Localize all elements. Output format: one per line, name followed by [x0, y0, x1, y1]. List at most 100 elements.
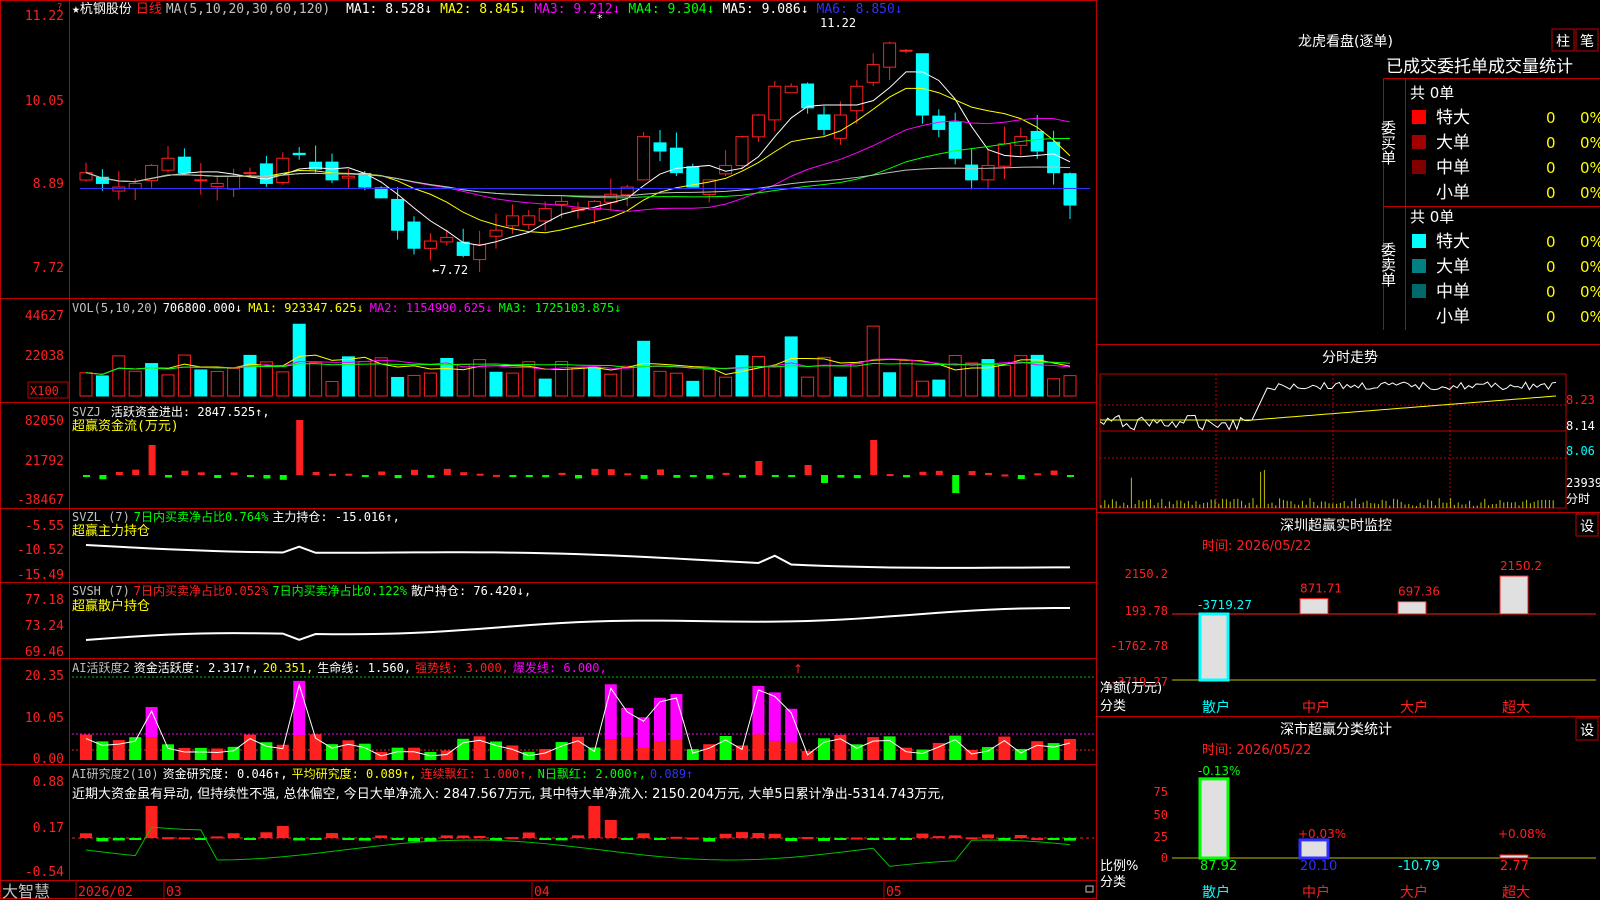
candle	[555, 200, 569, 205]
activity-bar	[80, 734, 92, 760]
activity-bar	[293, 735, 306, 760]
candle	[768, 85, 782, 121]
monitor-value-label: 2150.2	[1500, 559, 1542, 573]
activity-bar	[670, 740, 683, 760]
classify-change-label: +0.03%	[1298, 827, 1346, 841]
chart-canvas[interactable]: -3719.27 散户 871.71 中户 697.36 大户 2150.2 超大 87.92…	[0, 0, 1600, 900]
research-bar	[752, 833, 765, 838]
ma-label: MA6: 8.850↓	[817, 2, 903, 17]
flow-bar	[771, 475, 779, 477]
flow-bar	[1034, 473, 1042, 476]
monitor-ylabel: 净额(万元)	[1100, 681, 1162, 696]
flow-bar	[542, 475, 550, 478]
research-bar	[260, 832, 273, 838]
flow-bar	[263, 475, 271, 479]
activity-bar	[326, 744, 338, 760]
volume-bar	[194, 369, 208, 397]
research-bar	[145, 806, 158, 838]
size-count: 0	[1546, 159, 1556, 177]
volume-bar	[358, 361, 372, 397]
volume-bar	[292, 323, 306, 397]
research-bar	[670, 836, 683, 839]
classify-title: 深市超赢分类统计	[1280, 721, 1392, 738]
svzl-axis-label: -5.55	[25, 519, 64, 534]
activity-bar	[686, 749, 699, 760]
classify-category: 中户	[1302, 884, 1330, 900]
flow-bar	[640, 475, 648, 479]
flow-bar	[821, 475, 828, 483]
volume-bar	[751, 355, 765, 397]
flow-bar	[214, 475, 222, 479]
volume-bar	[850, 363, 864, 397]
size-name: 小单	[1436, 183, 1470, 203]
research-bar	[949, 835, 962, 838]
research-bar	[719, 833, 732, 838]
ma-label: MA3: 9.212↓	[534, 2, 620, 17]
candle	[440, 236, 454, 243]
classify-axis-label: 50	[1154, 808, 1168, 822]
size-swatch	[1412, 185, 1426, 199]
flow-bar	[148, 445, 156, 475]
buy-total: 共 0单	[1410, 84, 1454, 102]
ma-label: MA1: 8.528↓	[346, 2, 432, 17]
research-bar	[916, 833, 929, 838]
candle	[784, 85, 798, 94]
candle	[341, 175, 355, 179]
candle	[981, 164, 995, 181]
volume-bar	[817, 356, 831, 397]
research-bar	[211, 836, 224, 839]
flow-bar	[1050, 470, 1058, 475]
monitor-axis-label: -1762.78	[1110, 639, 1168, 653]
activity-bar	[965, 749, 978, 760]
activity-peak-bar	[604, 684, 617, 740]
candle	[801, 83, 815, 109]
flow-bar	[230, 472, 238, 475]
research-bar	[96, 838, 109, 842]
flow-bar	[378, 471, 386, 475]
activity-bar	[194, 747, 207, 760]
flow-bar	[83, 475, 90, 477]
volume-bar	[702, 368, 716, 397]
activity-bar	[982, 747, 994, 760]
activity-bar	[916, 749, 929, 760]
research-bar	[1047, 838, 1060, 840]
monitor-category: 大户	[1400, 699, 1428, 716]
monitor-xlabel: 分类	[1100, 699, 1126, 714]
price-axis-label: 10.05	[25, 94, 64, 109]
classify-change-label: +0.08%	[1498, 827, 1546, 841]
star-icon[interactable]: ★	[72, 2, 80, 17]
flow-bar	[115, 471, 123, 475]
candle	[177, 156, 191, 174]
flow-bar	[607, 469, 615, 475]
candle	[128, 182, 142, 190]
volume-bar	[309, 361, 323, 397]
monitor-bar	[1299, 598, 1329, 615]
candle	[227, 175, 241, 190]
volume-bar	[161, 374, 175, 397]
period-label[interactable]: 日线	[136, 2, 162, 17]
research-bar	[932, 836, 945, 839]
flow-bar	[443, 468, 451, 475]
volume-bar	[801, 376, 815, 397]
volume-bar	[883, 372, 897, 397]
lock-icon[interactable]	[1085, 885, 1094, 893]
brand-logo[interactable]: 大智慧	[2, 882, 50, 900]
stock-name: 杭钢股份	[80, 2, 132, 17]
research-bar	[391, 838, 404, 840]
fenshi-vol-sub: 分时	[1566, 492, 1590, 506]
research-bar	[883, 838, 896, 840]
volume-bar	[1030, 354, 1044, 397]
size-swatch	[1412, 284, 1426, 298]
flow-bar	[279, 475, 287, 480]
ma-label: MA2: 8.845↓	[440, 2, 526, 17]
candle	[391, 198, 405, 231]
fenshi-axis-label: 8.06	[1566, 444, 1595, 458]
volume-bar	[587, 366, 601, 397]
flow-bar	[132, 469, 140, 475]
volume-bar	[555, 361, 569, 397]
volume-bar	[637, 340, 651, 397]
activity-bar	[162, 744, 174, 760]
candle	[489, 229, 503, 237]
volume-bar	[653, 370, 667, 397]
flow-bar	[1001, 474, 1009, 477]
